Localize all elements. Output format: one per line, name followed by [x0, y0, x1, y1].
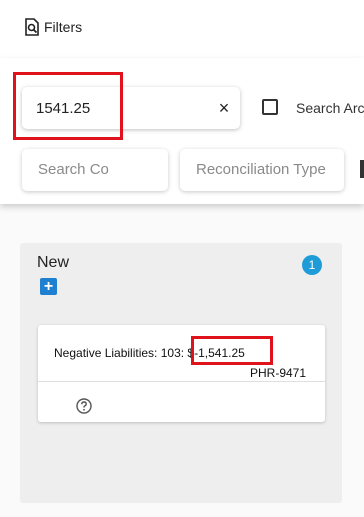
- search-archive-checkbox[interactable]: [262, 99, 278, 115]
- card-id: PHR-9471: [250, 366, 307, 380]
- column-count-badge: 1: [302, 255, 322, 275]
- help-icon[interactable]: [76, 398, 92, 414]
- filters-header[interactable]: Filters: [24, 18, 82, 36]
- next-filter-edge: [360, 160, 364, 178]
- top-bar: Filters: [0, 0, 364, 58]
- search-archive-label: Search Arc: [296, 100, 364, 116]
- company-search-placeholder: Search Co: [38, 161, 109, 178]
- reconciliation-type-select[interactable]: Reconciliation Type: [180, 149, 344, 191]
- clear-icon[interactable]: ×: [214, 98, 234, 118]
- filters-title: Filters: [44, 19, 83, 35]
- card-divider: [38, 381, 325, 382]
- filter-search-icon: [25, 18, 39, 36]
- reconciliation-type-placeholder: Reconciliation Type: [196, 161, 326, 178]
- card-title: Negative Liabilities: 103: $-1,541.25: [54, 346, 245, 360]
- search-field[interactable]: ×: [22, 87, 240, 129]
- card-account-label: Negative Liabilities: 103: [54, 346, 181, 360]
- card-amount: : $-1,541.25: [180, 346, 245, 360]
- company-search-input[interactable]: Search Co: [22, 149, 168, 191]
- column-title: New: [37, 254, 70, 271]
- search-input[interactable]: [36, 98, 206, 118]
- add-card-button[interactable]: +: [40, 278, 57, 295]
